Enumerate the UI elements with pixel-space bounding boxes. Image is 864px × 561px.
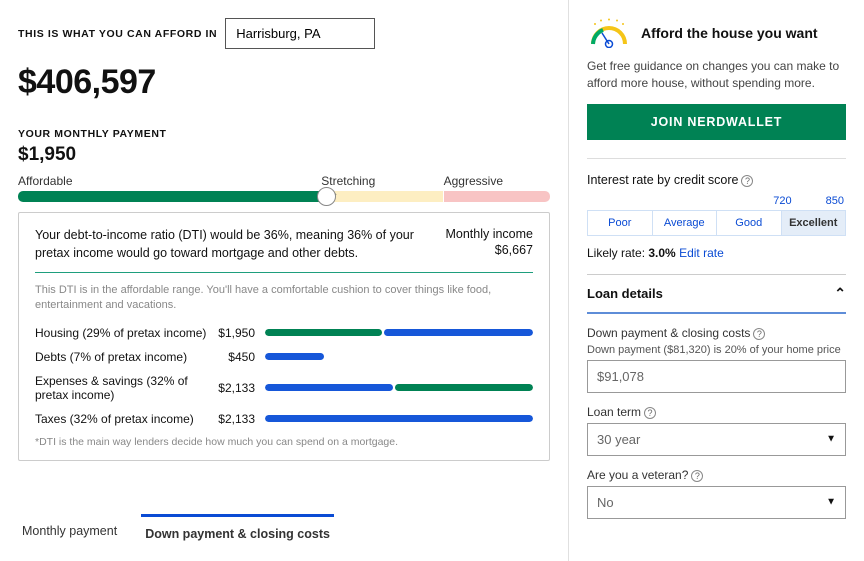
city-input[interactable]: [225, 18, 375, 49]
loan-term-field: Loan term? ▼: [587, 405, 846, 456]
join-nerdwallet-button[interactable]: JOIN NERDWALLET: [587, 104, 846, 140]
range-labels: Affordable Stretching Aggressive: [18, 174, 550, 188]
sidebar-subtext: Get free guidance on changes you can mak…: [587, 58, 846, 92]
tab-monthly-payment[interactable]: Monthly payment: [18, 514, 121, 551]
down-payment-label: Down payment & closing costs: [587, 326, 750, 340]
down-payment-input[interactable]: [587, 360, 846, 393]
credit-tab-average[interactable]: Average: [652, 211, 717, 235]
slider-handle[interactable]: [317, 187, 336, 206]
sidebar-panel: Afford the house you want Get free guida…: [569, 0, 864, 561]
dti-row-bar: [265, 353, 533, 360]
loan-details-accordion[interactable]: Loan details ⌃: [587, 274, 846, 314]
dti-row-bar: [265, 415, 533, 422]
down-payment-field: Down payment & closing costs? Down payme…: [587, 326, 846, 393]
credit-score-range: .720850: [587, 195, 846, 210]
affordable-price: $406,597: [18, 63, 550, 102]
range-seg-affordable: [18, 191, 327, 202]
likely-rate-prefix: Likely rate:: [587, 246, 648, 260]
tab-down-payment[interactable]: Down payment & closing costs: [141, 514, 334, 551]
likely-rate-value: 3.0%: [648, 246, 675, 260]
interest-rate-label: Interest rate by credit score?: [587, 173, 846, 187]
dti-row: Taxes (32% of pretax income)$2,133: [35, 412, 533, 426]
monthly-payment-amount: $1,950: [18, 144, 550, 166]
dti-row-label: Housing (29% of pretax income): [35, 326, 215, 340]
dti-row-label: Debts (7% of pretax income): [35, 350, 215, 364]
credit-tab-poor[interactable]: Poor: [588, 211, 652, 235]
dti-row-value: $2,133: [215, 381, 265, 395]
dti-row: Debts (7% of pretax income)$450: [35, 350, 533, 364]
dti-divider: [35, 272, 533, 273]
score-high: 850: [826, 195, 844, 207]
loan-details-label: Loan details: [587, 286, 663, 301]
monthly-income-label: Monthly income: [445, 227, 533, 241]
likely-rate-row: Likely rate: 3.0% Edit rate: [587, 246, 846, 260]
veteran-select[interactable]: [587, 486, 846, 519]
dti-row-label: Taxes (32% of pretax income): [35, 412, 215, 426]
dti-note: This DTI is in the affordable range. You…: [35, 283, 533, 314]
dti-footnote: *DTI is the main way lenders decide how …: [35, 436, 533, 448]
interest-rate-label-text: Interest rate by credit score: [587, 173, 738, 187]
credit-score-tabs: Poor Average Good Excellent: [587, 210, 846, 236]
range-seg-aggressive: [444, 191, 550, 202]
range-seg-stretching: ›: [327, 191, 444, 202]
down-payment-sub: Down payment ($81,320) is 20% of your ho…: [587, 344, 846, 356]
gauge-icon: [587, 18, 631, 48]
veteran-field: Are you a veteran?? ▼: [587, 468, 846, 519]
range-label-aggressive: Aggressive: [444, 174, 550, 188]
affordability-slider[interactable]: ›: [18, 191, 550, 202]
credit-tab-good[interactable]: Good: [716, 211, 781, 235]
help-icon[interactable]: ?: [753, 328, 765, 340]
monthly-income-block: Monthly income $6,667: [445, 227, 533, 262]
tabs: Monthly payment Down payment & closing c…: [18, 514, 334, 551]
dti-row-bar: [265, 384, 533, 391]
dti-row-value: $1,950: [215, 326, 265, 340]
dti-row-value: $450: [215, 350, 265, 364]
divider: [587, 158, 846, 159]
afford-in-label: THIS IS WHAT YOU CAN AFFORD IN: [18, 28, 217, 40]
dti-row-bar: [265, 329, 533, 336]
dti-row: Expenses & savings (32% of pretax income…: [35, 374, 533, 402]
dti-row: Housing (29% of pretax income)$1,950: [35, 326, 533, 340]
help-icon[interactable]: ?: [691, 470, 703, 482]
veteran-label: Are you a veteran?: [587, 468, 688, 482]
credit-tab-excellent[interactable]: Excellent: [781, 211, 846, 235]
dti-row-label: Expenses & savings (32% of pretax income…: [35, 374, 215, 402]
dti-card: Your debt-to-income ratio (DTI) would be…: [18, 212, 550, 461]
score-low: 720: [773, 195, 825, 207]
range-label-affordable: Affordable: [18, 174, 140, 188]
dti-description: Your debt-to-income ratio (DTI) would be…: [35, 227, 415, 262]
loan-term-label: Loan term: [587, 405, 641, 419]
edit-rate-link[interactable]: Edit rate: [679, 246, 724, 260]
chevron-up-icon: ⌃: [834, 285, 846, 302]
monthly-income-value: $6,667: [445, 243, 533, 257]
help-icon[interactable]: ?: [644, 407, 656, 419]
range-label-stretching: Stretching: [140, 174, 443, 188]
help-icon[interactable]: ?: [741, 175, 753, 187]
loan-term-select[interactable]: [587, 423, 846, 456]
dti-row-value: $2,133: [215, 412, 265, 426]
affordability-panel: THIS IS WHAT YOU CAN AFFORD IN $406,597 …: [0, 0, 569, 561]
monthly-payment-label: YOUR MONTHLY PAYMENT: [18, 128, 550, 140]
sidebar-headline: Afford the house you want: [641, 25, 818, 41]
